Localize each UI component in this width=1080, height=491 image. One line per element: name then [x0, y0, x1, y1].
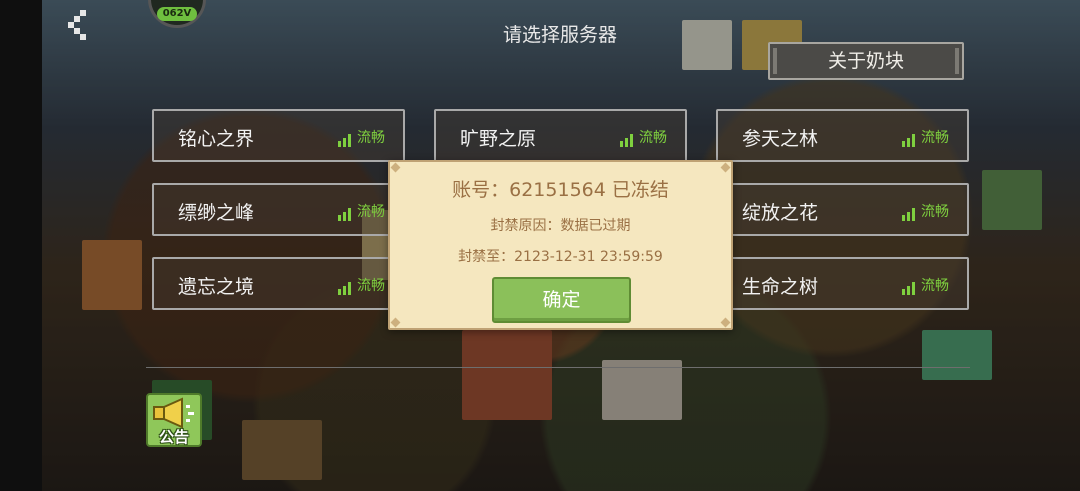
server-item[interactable]: 参天之林 流畅	[716, 109, 969, 162]
page-title: 请选择服务器	[502, 24, 617, 46]
server-item[interactable]: 铭心之界 流畅	[152, 109, 405, 162]
divider	[146, 367, 970, 368]
server-item[interactable]: 生命之树 流畅	[716, 257, 969, 310]
server-status-label: 流畅	[357, 278, 385, 294]
server-name: 参天之林	[742, 128, 819, 150]
notice-button[interactable]: 公告	[146, 393, 202, 447]
confirm-button[interactable]: 确定	[492, 277, 631, 323]
server-status: 流畅	[902, 275, 949, 295]
account-status-text: 账号：62151564 已冻结	[452, 179, 669, 201]
server-name: 旷野之原	[460, 128, 537, 150]
signal-bars-icon	[620, 134, 633, 147]
server-status-label: 流畅	[921, 204, 949, 220]
ban-reason-text: 封禁原因：数据已过期	[490, 218, 631, 234]
server-item[interactable]: 绽放之花 流畅	[716, 183, 969, 236]
server-status-label: 流畅	[921, 130, 949, 146]
corner-ornament	[390, 162, 401, 173]
ban-until-text: 封禁至：2123-12-31 23:59:59	[458, 249, 663, 265]
left-system-bar	[0, 0, 42, 491]
server-name: 绽放之花	[742, 202, 819, 224]
signal-bars-icon	[902, 134, 915, 147]
signal-bars-icon	[338, 282, 351, 295]
server-status: 流畅	[902, 127, 949, 147]
corner-ornament	[720, 317, 731, 328]
about-button[interactable]: 关于奶块	[768, 42, 964, 80]
server-name: 生命之树	[742, 276, 819, 298]
server-item[interactable]: 缥缈之峰 流畅	[152, 183, 405, 236]
server-status: 流畅	[902, 201, 949, 221]
server-name: 缥缈之峰	[178, 202, 255, 224]
corner-ornament	[720, 162, 731, 173]
avatar-badge: 062V	[157, 7, 197, 21]
server-status-label: 流畅	[639, 130, 667, 146]
server-status-label: 流畅	[921, 278, 949, 294]
server-item[interactable]: 旷野之原 流畅	[434, 109, 687, 162]
notice-label: 公告	[158, 428, 189, 446]
server-status-label: 流畅	[357, 204, 385, 220]
corner-ornament	[390, 317, 401, 328]
server-status: 流畅	[338, 201, 385, 221]
server-status: 流畅	[338, 275, 385, 295]
ban-dialog: 账号：62151564 已冻结 封禁原因：数据已过期 封禁至：2123-12-3…	[388, 160, 733, 330]
server-status: 流畅	[620, 127, 667, 147]
signal-bars-icon	[338, 134, 351, 147]
signal-bars-icon	[338, 208, 351, 221]
signal-bars-icon	[902, 208, 915, 221]
back-chevron-icon	[68, 10, 86, 40]
server-item[interactable]: 遗忘之境 流畅	[152, 257, 405, 310]
back-button[interactable]	[60, 6, 98, 46]
server-name: 遗忘之境	[178, 276, 255, 298]
server-status-label: 流畅	[357, 130, 385, 146]
signal-bars-icon	[902, 282, 915, 295]
server-name: 铭心之界	[178, 128, 255, 150]
server-status: 流畅	[338, 127, 385, 147]
